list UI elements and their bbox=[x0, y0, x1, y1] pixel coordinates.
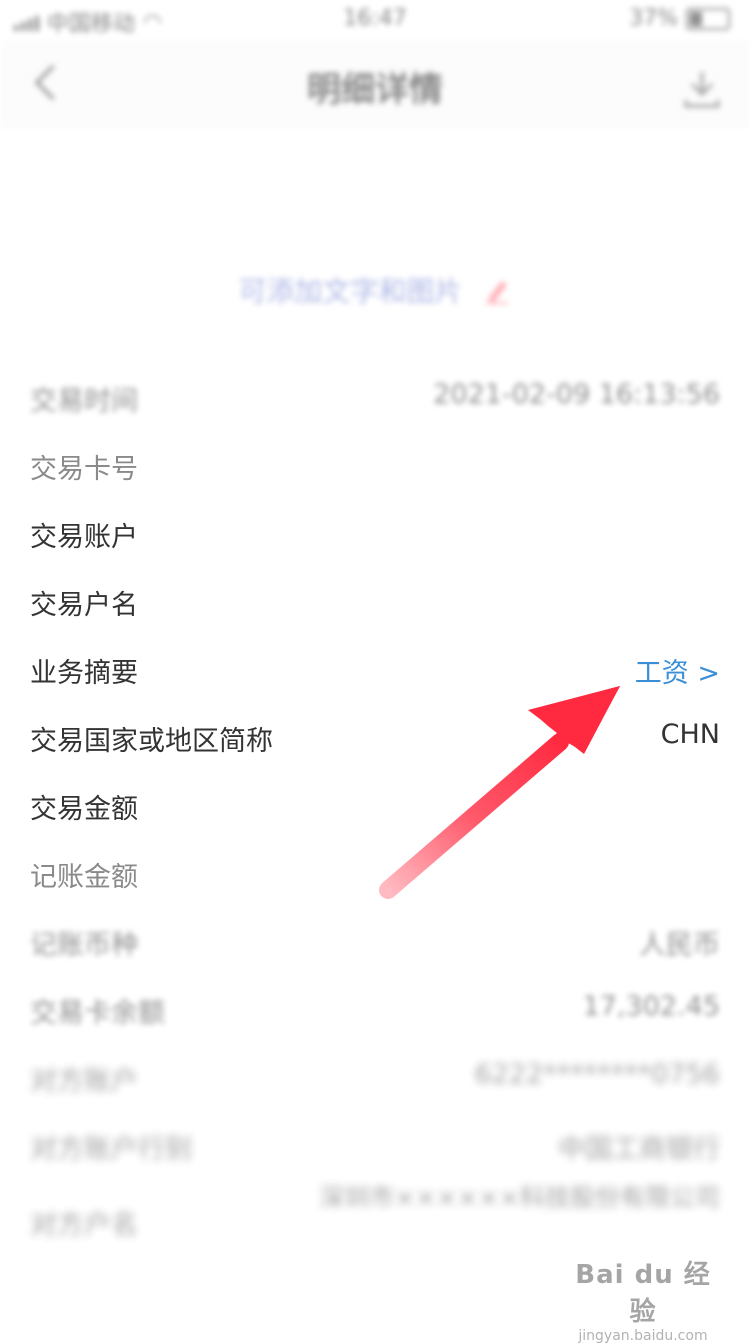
row-label: 记账币种 bbox=[30, 930, 138, 961]
watermark-url: jingyan.baidu.com bbox=[578, 1328, 708, 1344]
row-value: 2021-02-09 16:13:56 bbox=[433, 379, 720, 410]
detail-row-account: 交易账户 bbox=[0, 501, 750, 569]
row-label: 交易卡号 bbox=[30, 454, 138, 485]
clock: 16:47 bbox=[343, 6, 407, 31]
watermark-brand: Bai du 经验 bbox=[575, 1260, 711, 1327]
status-bar: 中国移动 ◠ 16:47 37% bbox=[0, 0, 750, 40]
add-note-text: 可添加文字和图片 bbox=[238, 275, 463, 308]
baidu-jingyan-watermark: Bai du 经验 jingyan.baidu.com bbox=[568, 1254, 718, 1344]
pencil-icon bbox=[485, 281, 508, 304]
row-label: 交易金额 bbox=[30, 794, 138, 825]
row-label: 对方账户 bbox=[30, 1066, 138, 1097]
row-value: 人民币 bbox=[639, 930, 720, 961]
status-right: 37% bbox=[629, 6, 730, 31]
detail-row-counterparty-bank: 对方账户行别 中国工商银行 bbox=[0, 1113, 750, 1181]
row-value: 中国工商银行 bbox=[558, 1134, 720, 1165]
row-value: CHN bbox=[660, 719, 720, 750]
battery-percent: 37% bbox=[629, 6, 678, 31]
download-icon bbox=[684, 72, 720, 108]
row-label: 交易户名 bbox=[30, 590, 138, 621]
row-label: 业务摘要 bbox=[30, 658, 138, 689]
row-label: 对方账户行别 bbox=[30, 1134, 192, 1165]
nav-bar: 明细详情 bbox=[0, 40, 750, 127]
annotation-arrow-icon bbox=[379, 686, 620, 899]
add-note-row[interactable]: 可添加文字和图片 bbox=[0, 270, 750, 326]
row-label: 交易卡余额 bbox=[30, 998, 165, 1029]
row-value: 17,302.45 bbox=[582, 991, 720, 1022]
detail-row-balance: 交易卡余额 17,302.45 bbox=[0, 977, 750, 1045]
row-label: 记账金额 bbox=[30, 862, 138, 893]
row-label: 交易账户 bbox=[30, 522, 138, 553]
detail-row-trade-time: 交易时间 2021-02-09 16:13:56 bbox=[0, 365, 750, 433]
detail-row-account-name: 交易户名 bbox=[0, 569, 750, 637]
row-label: 对方户名 bbox=[30, 1210, 138, 1241]
battery-icon bbox=[686, 7, 730, 30]
detail-row-counterparty-account: 对方账户 6222********0756 bbox=[0, 1045, 750, 1113]
detail-row-card-number: 交易卡号 bbox=[0, 433, 750, 501]
row-label: 交易国家或地区简称 bbox=[30, 726, 273, 757]
download-button[interactable] bbox=[680, 66, 724, 110]
detail-row-currency: 记账币种 人民币 bbox=[0, 909, 750, 977]
summary-link[interactable]: 工资 > bbox=[635, 651, 720, 690]
row-value: 6222********0756 bbox=[474, 1059, 720, 1090]
page-title: 明细详情 bbox=[307, 70, 443, 110]
row-value: 深圳市××××××科技股份有限公司 bbox=[319, 1183, 720, 1212]
row-label: 交易时间 bbox=[30, 386, 138, 417]
